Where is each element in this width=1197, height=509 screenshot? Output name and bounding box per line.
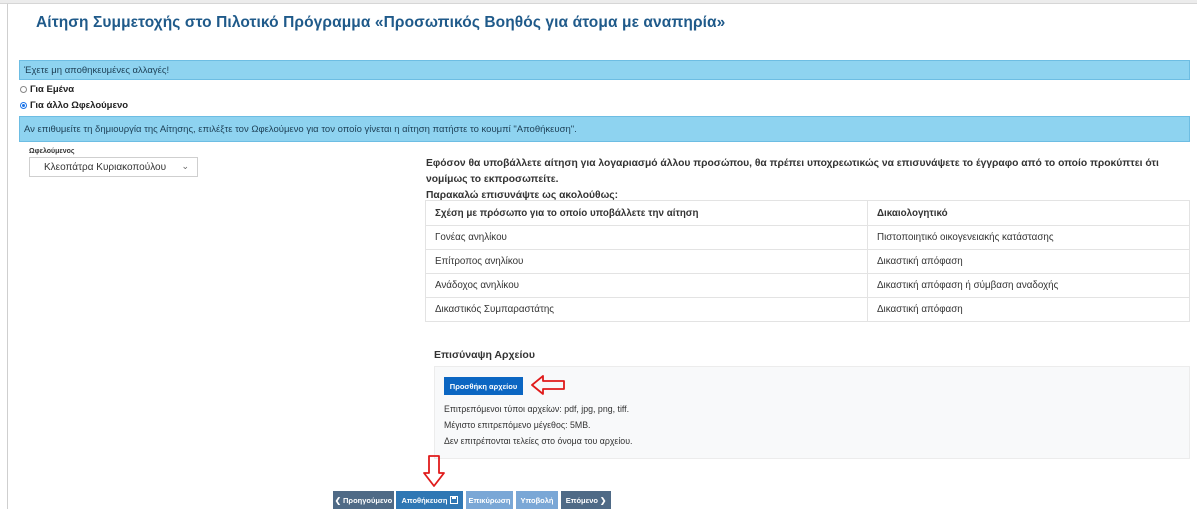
add-file-button[interactable]: Προσθήκη αρχείου xyxy=(444,377,523,395)
chevron-right-icon: ❯ xyxy=(599,495,607,505)
table-row: Γονέας ανηλίκου Πιστοποιητικό οικογενεια… xyxy=(425,225,1190,250)
instructions-text: Αν επιθυμείτε τη δημιουργία της Αίτησης,… xyxy=(24,123,577,135)
table-cell-relation: Δικαστικός Συμπαραστάτης xyxy=(425,297,868,322)
beneficiary-select[interactable]: Κλεοπάτρα Κυριακοπούλου ⌄ xyxy=(29,157,198,177)
chevron-down-icon: ⌄ xyxy=(181,161,189,171)
radio-for-me-label: Για Εμένα xyxy=(30,84,75,95)
table-cell-document: Δικαστική απόφαση ή σύμβαση αναδοχής xyxy=(867,273,1190,298)
hint-allowed-types: Επιτρεπόμενοι τύποι αρχείων: pdf, jpg, p… xyxy=(444,404,630,414)
column-header-document: Δικαιολογητικό xyxy=(867,200,1190,226)
submit-button[interactable]: Υποβολή xyxy=(516,491,558,509)
save-button[interactable]: Αποθήκευση xyxy=(396,491,463,509)
instructions-alert: Αν επιθυμείτε τη δημιουργία της Αίτησης,… xyxy=(19,116,1190,142)
previous-button-label: Προηγούμενο xyxy=(343,495,393,505)
radio-other-beneficiary-label: Για άλλο Ωφελούμενο xyxy=(30,100,129,111)
table-cell-document: Πιστοποιητικό οικογενειακής κατάστασης xyxy=(867,225,1190,250)
radio-other-beneficiary-indicator[interactable] xyxy=(20,102,27,109)
next-button[interactable]: Επόμενο ❯ xyxy=(561,491,611,509)
unsaved-changes-text: Έχετε μη αποθηκευμένες αλλαγές! xyxy=(24,64,170,76)
previous-button[interactable]: ❮ Προηγούμενο xyxy=(333,491,394,509)
down-arrow-annotation-icon xyxy=(423,455,445,487)
confirm-button[interactable]: Επικύρωση xyxy=(466,491,513,509)
browser-top-strip xyxy=(0,0,1197,4)
table-row: Δικαστικός Συμπαραστάτης Δικαστική απόφα… xyxy=(425,297,1190,322)
column-header-relation: Σχέση με πρόσωπο για το οποίο υποβάλλετε… xyxy=(425,200,868,226)
hint-max-size: Μέγιστο επιτρεπόμενο μέγεθος: 5MB. xyxy=(444,420,591,430)
save-button-label: Αποθήκευση xyxy=(401,495,448,505)
page-title: Αίτηση Συμμετοχής στο Πιλοτικό Πρόγραμμα… xyxy=(36,14,726,31)
table-cell-document: Δικαστική απόφαση xyxy=(867,297,1190,322)
left-arrow-annotation-icon xyxy=(531,375,565,395)
documents-table: Σχέση με πρόσωπο για το οποίο υποβάλλετε… xyxy=(425,200,1190,322)
notice-line-1: Εφόσον θα υποβάλλετε αίτηση για λογαριασ… xyxy=(426,158,1159,185)
table-cell-relation: Ανάδοχος ανηλίκου xyxy=(425,273,868,298)
table-row: Ανάδοχος ανηλίκου Δικαστική απόφαση ή σύ… xyxy=(425,273,1190,298)
radio-other-beneficiary[interactable]: Για άλλο Ωφελούμενο xyxy=(20,100,128,111)
table-row: Επίτροπος ανηλίκου Δικαστική απόφαση xyxy=(425,249,1190,274)
beneficiary-field-label: Ωφελούμενος xyxy=(29,148,75,155)
radio-for-me-indicator[interactable] xyxy=(20,86,27,93)
unsaved-changes-alert: Έχετε μη αποθηκευμένες αλλαγές! xyxy=(19,60,1190,80)
floppy-disk-icon xyxy=(449,496,458,504)
next-button-label: Επόμενο xyxy=(565,495,598,505)
hint-no-dots: Δεν επιτρέπονται τελείες στο όνομα του α… xyxy=(444,436,633,446)
representation-notice: Εφόσον θα υποβάλλετε αίτηση για λογαριασ… xyxy=(426,156,1196,204)
table-cell-relation: Γονέας ανηλίκου xyxy=(425,225,868,250)
table-cell-document: Δικαστική απόφαση xyxy=(867,249,1190,274)
left-border xyxy=(7,4,8,509)
chevron-left-icon: ❮ xyxy=(334,495,342,505)
table-header-row: Σχέση με πρόσωπο για το οποίο υποβάλλετε… xyxy=(425,200,1190,226)
radio-for-me[interactable]: Για Εμένα xyxy=(20,84,74,95)
attachment-title: Επισύναψη Αρχείου xyxy=(434,349,535,361)
beneficiary-selected-value: Κλεοπάτρα Κυριακοπούλου xyxy=(44,161,167,173)
table-cell-relation: Επίτροπος ανηλίκου xyxy=(425,249,868,274)
